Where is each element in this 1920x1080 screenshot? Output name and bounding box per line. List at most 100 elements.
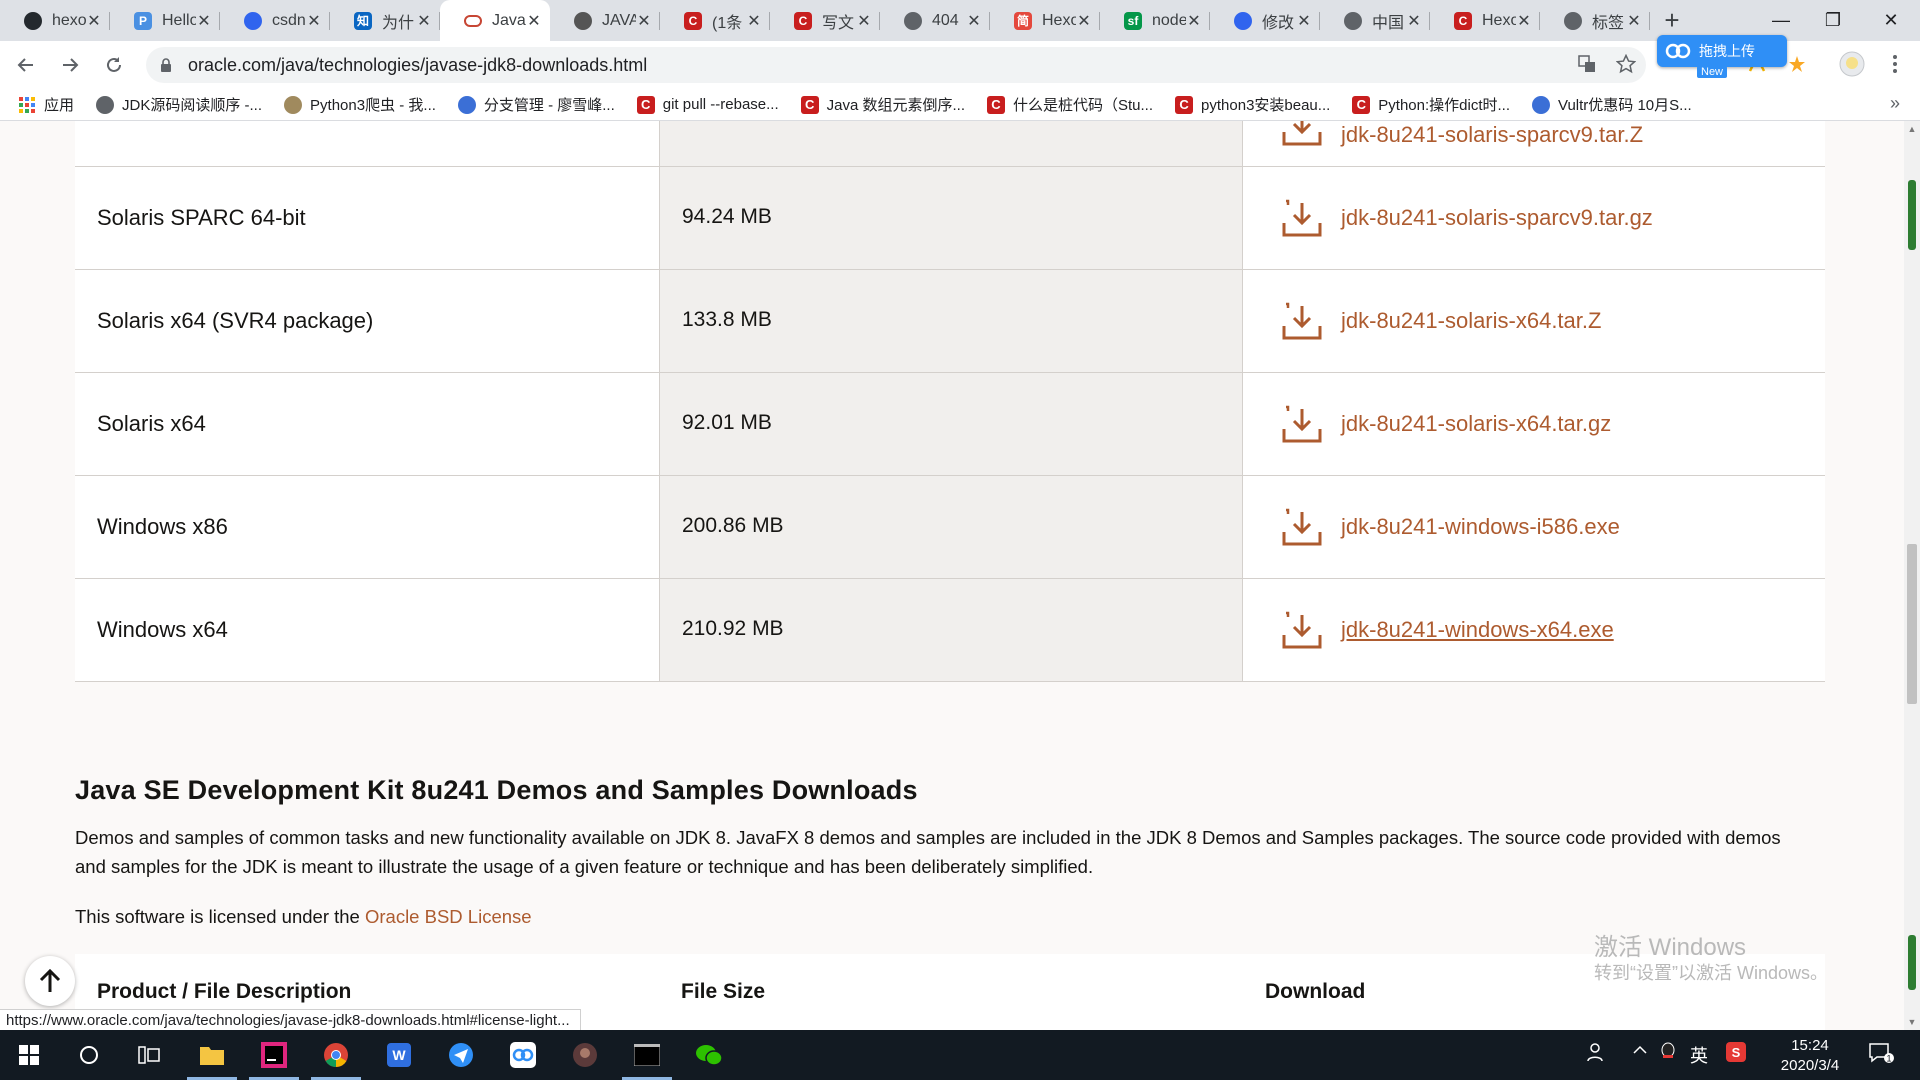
file-explorer-taskbar[interactable] [183,1030,241,1080]
browser-menu-icon[interactable] [1880,49,1910,79]
tab-close-icon[interactable]: ✕ [856,11,872,31]
feishu-taskbar[interactable] [432,1030,490,1080]
bookmark-item[interactable]: Python3爬虫 - 我... [284,94,436,115]
download-icon [1281,121,1341,148]
wps-taskbar[interactable]: W [370,1030,428,1080]
browser-tab[interactable]: P Hello ✕ [110,0,220,41]
side-panel-tab[interactable] [1908,935,1916,990]
svg-text:S: S [1732,1045,1741,1060]
table-row: Solaris SPARC 64-bit 94.24 MB jdk-8u241-so… [75,167,1825,270]
tab-close-icon[interactable]: ✕ [1406,11,1422,31]
browser-tab[interactable]: 知为什 ✕ [330,0,440,41]
bookmark-item[interactable]: Cpython3安装beau... [1175,94,1330,115]
bookmark-star-icon[interactable] [1611,49,1641,79]
tab-close-icon[interactable]: ✕ [1076,11,1092,31]
browser-tab[interactable]: 简 Hexo ✕ [990,0,1100,41]
browser-tab[interactable]: 中国 ✕ [1320,0,1430,41]
intellij-taskbar[interactable] [245,1030,303,1080]
tab-close-icon[interactable]: ✕ [746,11,762,31]
bookmark-item[interactable]: C 什么是桩代码（Stu... [987,94,1153,115]
bookmark-item[interactable]: Cgit pull --rebase... [636,95,779,114]
download-link[interactable]: jdk-8u241-solaris-x64.tar.gz [1243,373,1825,475]
profile-avatar-icon[interactable] [1837,49,1867,79]
window-minimize-button[interactable]: — [1752,0,1810,41]
window-close-button[interactable]: ✕ [1862,0,1920,41]
action-center-icon[interactable]: 1 [1868,1042,1894,1069]
people-icon[interactable] [1587,1042,1607,1067]
tray-expand-icon[interactable] [1632,1042,1648,1063]
search-button[interactable] [60,1030,118,1080]
tab-close-icon[interactable]: ✕ [1186,11,1202,31]
back-button[interactable] [8,47,44,83]
tab-close-icon[interactable]: ✕ [1296,11,1312,31]
chrome-taskbar[interactable] [307,1030,365,1080]
back-to-top-button[interactable] [25,956,75,1006]
taskbar-clock[interactable]: 15:24 2020/3/4 [1765,1036,1855,1076]
tab-close-icon[interactable]: ✕ [86,11,102,31]
browser-tab[interactable]: 标签 ✕ [1540,0,1650,41]
download-link[interactable]: jdk-8u241-solaris-x64.tar.Z [1243,270,1825,372]
baidu-netdisk-taskbar[interactable] [494,1030,552,1080]
download-link[interactable]: jdk-8u241-solaris-sparcv9.tar.gz [1243,167,1825,269]
table-row: Solaris x64 92.01 MB jdk-8u241-solaris-x64… [75,373,1825,476]
table-row: Solaris x64 (SVR4 package) 133.8 MB jdk-8u… [75,270,1825,373]
tab-close-icon[interactable]: ✕ [1516,11,1532,31]
bookmark-item[interactable]: JDK源码阅读顺序 -... [96,94,262,115]
browser-tab[interactable]: Java ✕ [440,0,550,41]
bookmarks-more-button[interactable]: » [1890,93,1900,114]
download-link[interactable]: jdk-8u241-windows-i586.exe [1243,476,1825,578]
address-bar[interactable]: oracle.com/java/technologies/javase-jdk8… [146,47,1646,83]
start-button[interactable] [0,1030,58,1080]
chrome-icon [324,1043,348,1067]
browser-tab[interactable]: C 写文 ✕ [770,0,880,41]
browser-tab[interactable]: sf node ✕ [1100,0,1210,41]
bookmark-label: 分支管理 - 廖雪峰... [483,97,615,114]
download-link[interactable]: jdk-8u241-windows-x64.exe [1243,579,1825,681]
tab-close-icon[interactable]: ✕ [416,11,432,31]
browser-tab[interactable]: JAVA ✕ [550,0,660,41]
tab-close-icon[interactable]: ✕ [306,11,322,31]
tab-close-icon[interactable]: ✕ [966,11,982,31]
bookmark-item[interactable]: Vultr优惠码 10月S... [1532,94,1692,115]
vertical-scrollbar[interactable]: ▲ ▼ [1904,121,1920,1030]
license-link[interactable]: Oracle BSD License [365,906,532,927]
browser-tab[interactable]: C (1条 ✕ [660,0,770,41]
bookmark-label: Java 数组元素倒序... [826,97,965,114]
sogou-ime-icon[interactable]: S [1726,1042,1746,1067]
browser-tab[interactable]: csdn ✕ [220,0,330,41]
game-taskbar[interactable] [556,1030,614,1080]
scroll-up-arrow-icon[interactable]: ▲ [1907,124,1917,134]
download-link[interactable]: jdk-8u241-solaris-sparcv9.tar.Z [1243,121,1825,166]
product-cell: Solaris x64 (SVR4 package) [75,270,659,372]
arrow-up-icon [39,968,61,992]
scrollbar-thumb[interactable] [1907,544,1917,704]
tab-close-icon[interactable]: ✕ [1626,11,1642,31]
window-maximize-button[interactable]: ❐ [1804,0,1862,41]
qq-tray-icon[interactable] [1660,1042,1676,1065]
browser-tab[interactable]: 404 ✕ [880,0,990,41]
task-view-button[interactable] [120,1030,178,1080]
terminal-taskbar[interactable] [618,1030,676,1080]
bookmark-item[interactable]: 应用 [18,94,74,115]
task-view-icon [138,1046,160,1064]
reload-button[interactable] [96,47,132,83]
bookmark-item[interactable]: 分支管理 - 廖雪峰... [457,94,615,115]
bookmark-item[interactable]: C Python:操作dict时... [1352,94,1510,115]
browser-tab[interactable]: 修改 ✕ [1210,0,1320,41]
file-size-cell: 210.92 MB [659,579,1243,681]
browser-tab[interactable]: C Hexo ✕ [1430,0,1540,41]
side-panel-tab[interactable] [1908,180,1916,250]
table-row: jdk-8u241-solaris-sparcv9.tar.Z [75,121,1825,167]
wechat-taskbar[interactable] [680,1030,738,1080]
scroll-down-arrow-icon[interactable]: ▼ [1907,1017,1917,1027]
forward-button[interactable] [52,47,88,83]
ime-indicator[interactable]: 英 [1690,1042,1708,1068]
terminal-icon [634,1044,660,1066]
tab-close-icon[interactable]: ✕ [636,11,652,31]
bookmark-label: python3安装beau... [1201,97,1331,114]
tab-close-icon[interactable]: ✕ [196,11,212,31]
tab-close-icon[interactable]: ✕ [526,11,542,31]
bookmark-item[interactable]: C Java 数组元素倒序... [800,94,965,115]
translate-icon[interactable] [1572,49,1602,79]
browser-tab[interactable]: hexo ✕ [0,0,110,41]
